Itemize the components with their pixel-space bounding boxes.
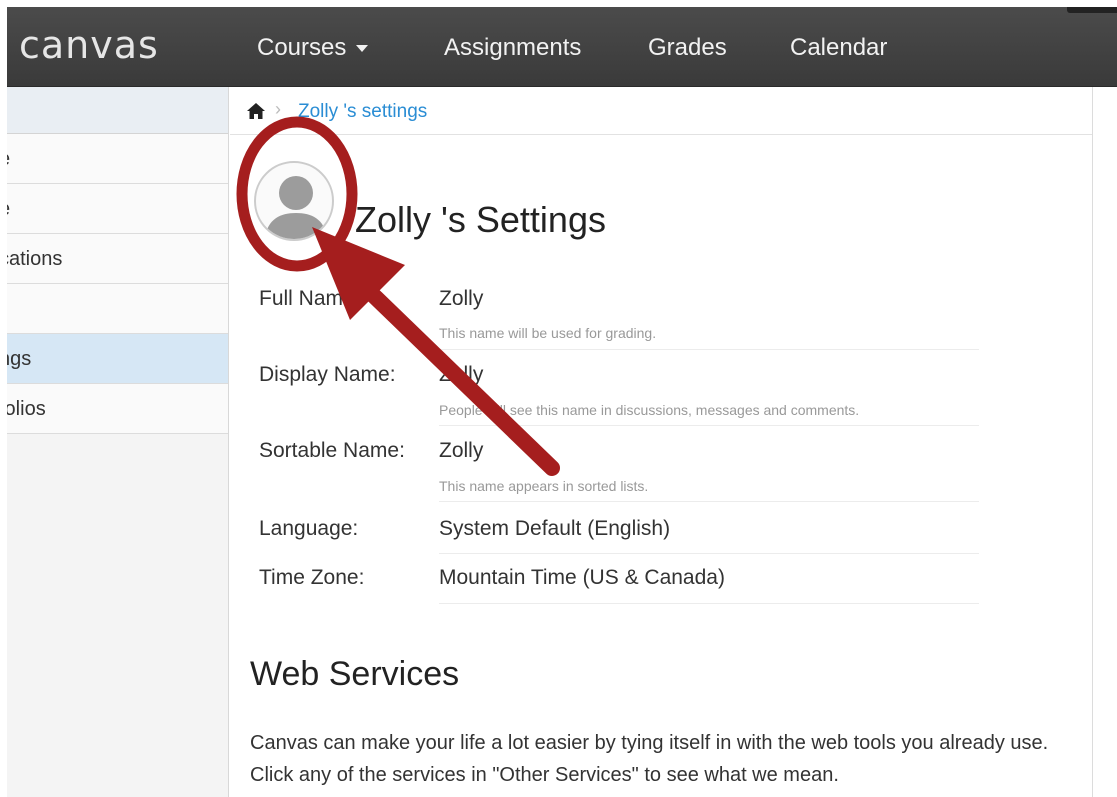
nav-courses[interactable]: Courses bbox=[257, 34, 369, 62]
sortable-name-hint: This name appears in sorted lists. bbox=[439, 478, 649, 494]
display-name-label: Display Name: bbox=[259, 363, 396, 386]
sidebar-item-label: ngs bbox=[7, 348, 32, 370]
sortable-name-value: Zolly bbox=[439, 439, 484, 462]
nav-grades[interactable]: Grades bbox=[648, 34, 727, 62]
avatar[interactable] bbox=[254, 161, 334, 241]
sidebar-item-settings[interactable]: ngs bbox=[7, 334, 228, 384]
nav-assignments[interactable]: Assignments bbox=[444, 34, 581, 62]
global-nav: canvas Courses Assignments Grades Calend… bbox=[7, 7, 1117, 87]
sidebar-item-profile[interactable]: e bbox=[7, 184, 228, 234]
window-corner bbox=[1067, 7, 1117, 13]
divider bbox=[439, 553, 979, 554]
divider bbox=[439, 425, 979, 426]
breadcrumb-current[interactable]: Zolly 's settings bbox=[298, 101, 427, 123]
web-services-description: Canvas can make your life a lot easier b… bbox=[250, 732, 1049, 786]
web-services-title: Web Services bbox=[250, 655, 460, 693]
settings-sidebar: e e cations ngs folios bbox=[7, 87, 229, 797]
app-window: canvas Courses Assignments Grades Calend… bbox=[7, 7, 1117, 797]
full-name-value: Zolly bbox=[439, 287, 484, 310]
time-zone-label: Time Zone: bbox=[259, 566, 365, 589]
sidebar-header bbox=[7, 87, 228, 134]
sidebar-item-files[interactable] bbox=[7, 284, 228, 334]
main-content: › Zolly 's settings Zolly 's Settings Fu… bbox=[230, 87, 1092, 797]
display-name-hint: People will see this name in discussions… bbox=[439, 402, 860, 418]
divider bbox=[439, 603, 979, 604]
language-label: Language: bbox=[259, 517, 359, 540]
page-title: Zolly 's Settings bbox=[355, 199, 606, 240]
breadcrumb: › Zolly 's settings bbox=[230, 87, 1092, 135]
home-icon[interactable] bbox=[247, 103, 265, 119]
full-name-hint: This name will be used for grading. bbox=[439, 325, 657, 341]
sidebar-item-label: cations bbox=[7, 248, 63, 270]
breadcrumb-separator: › bbox=[275, 99, 281, 119]
display-name-value: Zolly bbox=[439, 363, 484, 386]
nav-courses-label: Courses bbox=[257, 34, 347, 61]
sortable-name-label: Sortable Name: bbox=[259, 439, 405, 462]
full-name-label: Full Name: bbox=[259, 287, 361, 310]
time-zone-value: Mountain Time (US & Canada) bbox=[439, 566, 725, 589]
nav-calendar[interactable]: Calendar bbox=[790, 34, 887, 62]
canvas-logo[interactable]: canvas bbox=[19, 23, 159, 67]
sidebar-item-label: folios bbox=[7, 398, 46, 420]
sidebar-item-home[interactable]: e bbox=[7, 134, 228, 184]
language-value: System Default (English) bbox=[439, 517, 671, 540]
default-avatar-icon bbox=[264, 176, 328, 239]
divider bbox=[439, 501, 979, 502]
chevron-down-icon bbox=[356, 45, 369, 53]
right-sidebar bbox=[1092, 87, 1117, 797]
sidebar-item-notifications[interactable]: cations bbox=[7, 234, 228, 284]
divider bbox=[439, 349, 979, 350]
sidebar-item-label: e bbox=[7, 198, 10, 221]
sidebar-item-label: e bbox=[7, 148, 10, 171]
sidebar-item-eportfolios[interactable]: folios bbox=[7, 384, 228, 434]
